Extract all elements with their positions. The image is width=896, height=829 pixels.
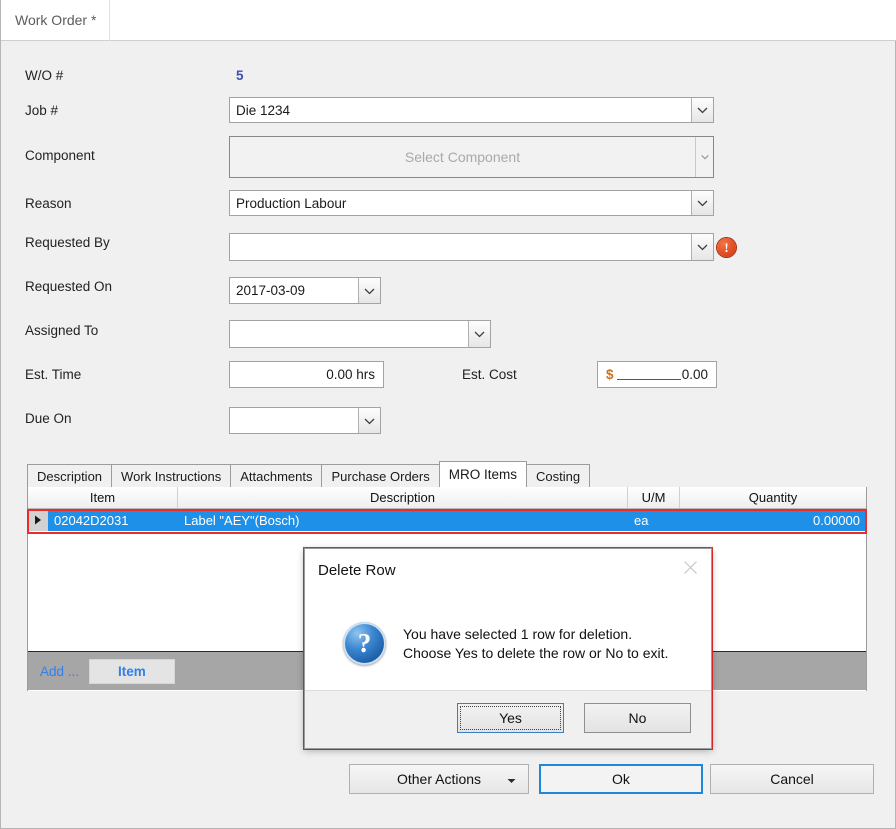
calendar-chevron-down-icon[interactable]	[358, 278, 380, 303]
titlebar-tab-edge	[109, 0, 110, 41]
cancel-label: Cancel	[770, 771, 814, 787]
cancel-button[interactable]: Cancel	[710, 764, 874, 794]
reason-value: Production Labour	[236, 195, 347, 211]
assigned-to-label: Assigned To	[25, 323, 99, 338]
tab-label: Costing	[536, 468, 581, 484]
requested-on-value: 2017-03-09	[236, 283, 306, 298]
tab-costing[interactable]: Costing	[526, 464, 591, 487]
window-titlebar: Work Order *	[1, 0, 896, 41]
dialog-message-line1: You have selected 1 row for deletion.	[403, 625, 633, 642]
chevron-down-icon[interactable]	[691, 234, 713, 260]
due-on-datepicker[interactable]	[229, 407, 381, 434]
requested-on-label: Requested On	[25, 279, 113, 294]
tab-label: Description	[37, 468, 103, 484]
cell-quantity: 0.00000	[813, 512, 860, 528]
delete-row-dialog: Delete Row ? You have selected 1 row for…	[304, 548, 712, 749]
chevron-down-icon	[507, 771, 516, 787]
tab-label: Purchase Orders	[331, 468, 430, 484]
focus-outline	[460, 706, 561, 730]
cell-description: Label "AEY"(Bosch)	[184, 512, 300, 528]
requested-by-label: Requested By	[25, 235, 110, 250]
dialog-footer: Yes No	[305, 690, 711, 748]
est-cost-input[interactable]: $ 0.00	[597, 361, 717, 388]
requested-on-datepicker[interactable]: 2017-03-09	[229, 277, 381, 304]
other-actions-label: Other Actions	[396, 771, 482, 787]
cell-item: 02042D2031	[54, 512, 129, 528]
job-number-dropdown[interactable]: Die 1234	[229, 97, 714, 123]
est-cost-amount: 0.00	[681, 367, 708, 382]
table-row[interactable]: 02042D2031 Label "AEY"(Bosch) ea 0.00000	[28, 509, 866, 531]
reason-dropdown[interactable]: Production Labour	[229, 190, 714, 216]
ok-label: Ok	[612, 771, 630, 787]
component-select-button[interactable]: Select Component	[229, 136, 714, 178]
grid-header-row: Item Description U/M Quantity	[28, 487, 866, 509]
dialog-message-line2: Choose Yes to delete the row or No to ex…	[403, 644, 669, 661]
wo-number-label: W/O #	[25, 68, 64, 83]
work-order-window: Work Order * W/O # 5 Job # Die 1234 Comp…	[0, 0, 896, 829]
chevron-down-icon[interactable]	[691, 191, 713, 215]
other-actions-button[interactable]: Other Actions	[349, 764, 529, 794]
dialog-yes-button[interactable]: Yes	[457, 703, 564, 733]
tab-mro-items[interactable]: MRO Items	[438, 461, 528, 487]
error-exclamation-icon: !	[717, 238, 736, 257]
column-header-um[interactable]: U/M	[628, 487, 680, 508]
row-selector-arrow-icon[interactable]	[28, 509, 48, 531]
cell-um: ea	[634, 512, 649, 528]
calendar-chevron-down-icon[interactable]	[358, 408, 380, 433]
est-cost-label: Est. Cost	[462, 367, 517, 382]
tab-label: Attachments	[240, 468, 313, 484]
column-header-quantity[interactable]: Quantity	[680, 487, 866, 508]
tab-purchase-orders[interactable]: Purchase Orders	[321, 464, 440, 487]
est-time-label: Est. Time	[25, 367, 82, 382]
component-placeholder: Select Component	[404, 149, 521, 165]
question-icon: ?	[343, 622, 386, 665]
dialog-no-button[interactable]: No	[584, 703, 691, 733]
tab-work-instructions[interactable]: Work Instructions	[111, 464, 232, 487]
column-header-item[interactable]: Item	[28, 487, 178, 508]
tabstrip: Description Work Instructions Attachment…	[27, 461, 867, 488]
est-time-value: 0.00 hrs	[326, 367, 375, 382]
ok-button[interactable]: Ok	[539, 764, 703, 794]
tab-attachments[interactable]: Attachments	[230, 464, 323, 487]
add-label: Add ...	[40, 663, 80, 679]
job-number-label: Job #	[25, 103, 59, 118]
component-label: Component	[25, 148, 95, 163]
reason-label: Reason	[25, 196, 72, 211]
assigned-to-dropdown[interactable]	[229, 320, 491, 348]
dialog-message: You have selected 1 row for deletion. Ch…	[403, 625, 668, 663]
tab-label: MRO Items	[448, 467, 518, 482]
dialog-body: ? You have selected 1 row for deletion. …	[305, 595, 711, 692]
column-header-description[interactable]: Description	[178, 487, 628, 508]
due-on-label: Due On	[25, 411, 72, 426]
dialog-no-label: No	[628, 710, 647, 726]
close-icon[interactable]	[675, 555, 705, 579]
component-chevron-down-icon[interactable]	[695, 137, 713, 177]
work-order-form: W/O # 5 Job # Die 1234 Component Select …	[1, 41, 895, 459]
chevron-down-icon[interactable]	[468, 321, 490, 347]
requested-by-dropdown[interactable]	[229, 233, 714, 261]
est-cost-fill	[616, 369, 681, 380]
dialog-title: Delete Row	[318, 562, 396, 579]
tab-label: Work Instructions	[121, 468, 222, 484]
add-item-button[interactable]: Item	[89, 658, 175, 684]
est-cost-currency: $	[606, 367, 614, 382]
tab-description[interactable]: Description	[27, 464, 113, 487]
wo-number-value: 5	[236, 68, 244, 83]
est-time-input[interactable]: 0.00 hrs	[229, 361, 384, 388]
window-title: Work Order *	[15, 12, 97, 28]
job-number-value: Die 1234	[236, 102, 291, 118]
chevron-down-icon[interactable]	[691, 98, 713, 122]
